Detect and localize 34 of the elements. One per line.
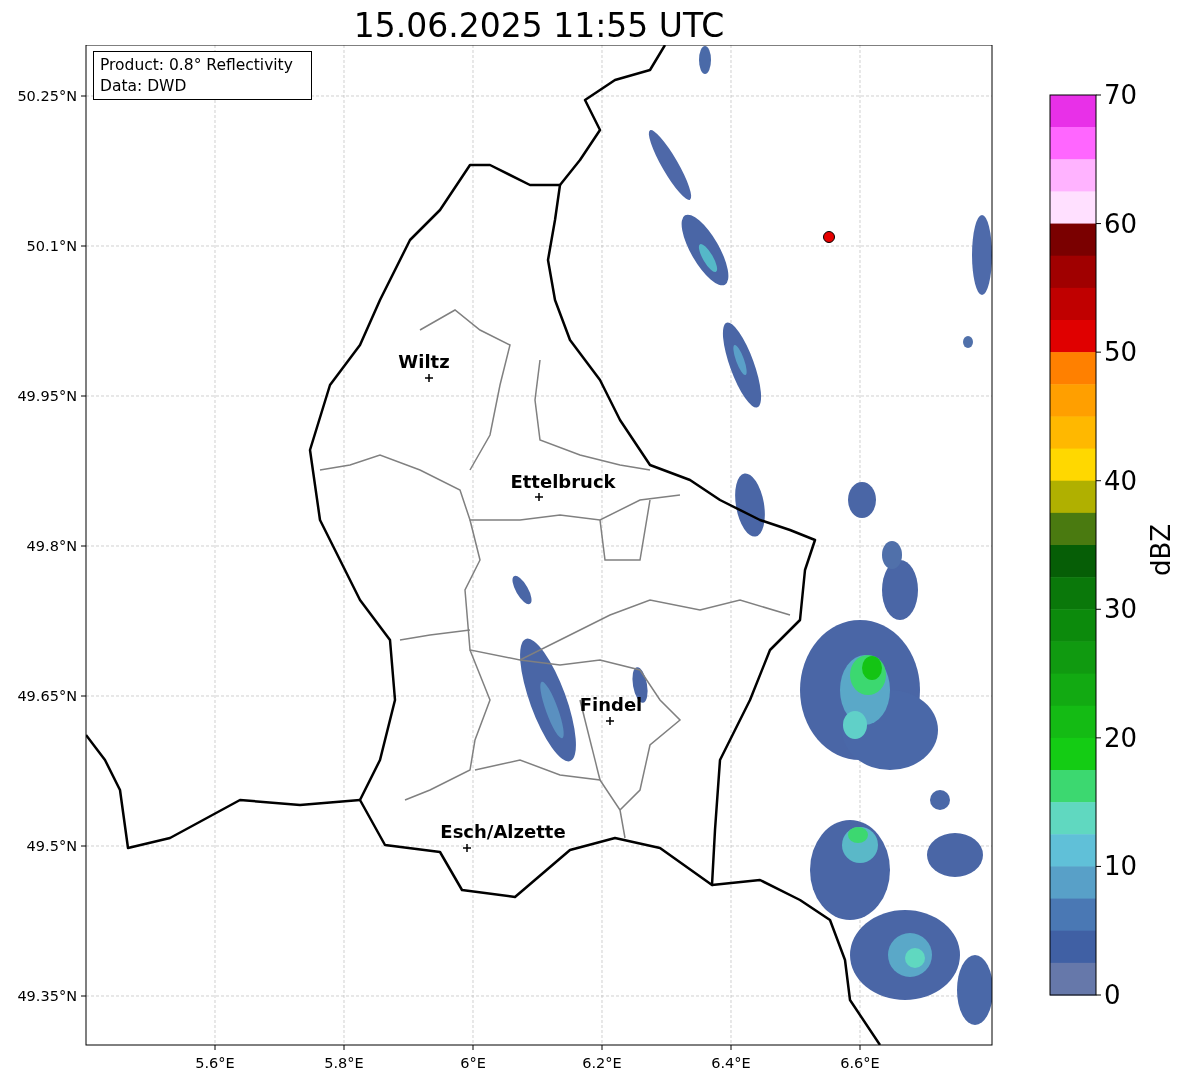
city-label: Wiltz	[398, 351, 450, 372]
plus-icon	[534, 492, 544, 502]
info-line: Data: DWD	[100, 77, 187, 95]
axis-tick-label: 49.5°N	[26, 838, 77, 854]
colorbar-tick-label: 60	[1104, 208, 1138, 239]
colorbar-tick-label: 0	[1104, 980, 1121, 1010]
colorbar-tick-label: 50	[1104, 337, 1138, 368]
plus-icon	[424, 373, 434, 383]
axis-tick-label: 50.1°N	[26, 238, 77, 254]
colorbar-label: dBZ	[1146, 523, 1176, 577]
axis-tick-label: 49.35°N	[17, 988, 77, 1004]
axis-tick-label: 5.6°E	[195, 1055, 235, 1071]
colorbar-tick-label: 10	[1104, 851, 1138, 882]
plus-icon	[605, 716, 615, 726]
axis-tick-label: 49.8°N	[26, 538, 77, 554]
axis-tick-label: 6.2°E	[582, 1055, 622, 1071]
colorbar-tick-label: 30	[1104, 594, 1138, 625]
axis-tick-label: 50.25°N	[17, 88, 77, 104]
axis-tick-label: 5.8°E	[324, 1055, 364, 1071]
axis-tick-label: 6°E	[460, 1055, 486, 1071]
city-label: Ettelbruck	[510, 471, 616, 492]
city-label: Esch/Alzette	[440, 821, 566, 842]
info-line: Product: 0.8° Reflectivity	[100, 56, 293, 74]
colorbar-tick-label: 70	[1104, 80, 1138, 110]
city-label: Findel	[579, 694, 643, 715]
axis-tick-label: 6.4°E	[711, 1055, 751, 1071]
axis-tick-label: 6.6°E	[840, 1055, 880, 1071]
chart-title: 15.06.2025 11:55 UTC	[352, 5, 726, 45]
axis-tick-label: 49.95°N	[17, 388, 77, 404]
colorbar-tick-label: 40	[1104, 465, 1138, 496]
colorbar-tick-label: 20	[1104, 722, 1138, 753]
location-dot	[823, 231, 835, 243]
plus-icon	[462, 843, 472, 853]
axis-tick-label: 49.65°N	[17, 688, 77, 704]
